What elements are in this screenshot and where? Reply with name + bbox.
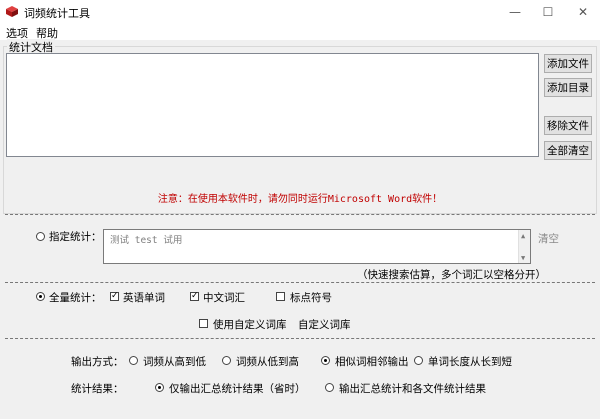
app-icon [6, 6, 18, 17]
punctuation-label: 标点符号 [290, 292, 332, 304]
freq-high-low-radio[interactable] [129, 356, 138, 365]
specified-words-placeholder: 测试 test 试用 [110, 235, 183, 246]
full-stats-radio[interactable] [36, 292, 45, 301]
similar-adjacent-radio[interactable] [321, 356, 330, 365]
specified-hint: （快速搜索估算，多个词汇以空格分开） [357, 269, 546, 281]
full-stats-label: 全量统计： [49, 292, 102, 304]
title-bar: 词频统计工具 — ☐ ✕ [0, 0, 600, 24]
freq-low-high-label: 词频从低到高 [236, 356, 299, 368]
word-length-radio[interactable] [414, 356, 423, 365]
specified-stats-label: 指定统计： [49, 231, 102, 243]
add-folder-button[interactable]: 添加目录 [544, 78, 592, 97]
scroll-up-icon[interactable]: ▲ [521, 232, 525, 240]
window-title: 词频统计工具 [24, 7, 90, 20]
summary-and-files-radio[interactable] [325, 383, 334, 392]
output-mode-label: 输出方式： [71, 356, 124, 368]
scroll-down-icon[interactable]: ▼ [521, 254, 525, 262]
divider [5, 338, 595, 339]
english-words-label: 英语单词 [123, 292, 165, 304]
textarea-scrollbar[interactable]: ▲ ▼ [518, 230, 530, 263]
similar-adjacent-label: 相似词相邻输出 [335, 356, 409, 368]
remove-file-button[interactable]: 移除文件 [544, 116, 592, 135]
chinese-words-label: 中文词汇 [203, 292, 245, 304]
maximize-button[interactable]: ☐ [531, 0, 565, 24]
specified-words-input[interactable]: 测试 test 试用 ▲ ▼ [103, 229, 531, 264]
menu-bar: 选项 帮助 [0, 24, 600, 40]
add-file-button[interactable]: 添加文件 [544, 54, 592, 73]
result-label: 统计结果： [71, 383, 124, 395]
freq-high-low-label: 词频从高到低 [143, 356, 206, 368]
summary-only-radio[interactable] [155, 383, 164, 392]
english-words-checkbox[interactable]: ✓ [110, 292, 119, 301]
chinese-words-checkbox[interactable]: ✓ [190, 292, 199, 301]
warning-notice: 注意：在使用本软件时，请勿同时运行Microsoft Word软件！ [157, 194, 443, 205]
summary-only-label: 仅输出汇总统计结果（省时） [169, 383, 306, 395]
clear-all-button[interactable]: 全部清空 [544, 141, 592, 160]
clear-specified-link[interactable]: 清空 [538, 231, 559, 246]
minimize-button[interactable]: — [498, 0, 532, 24]
custom-lexicon-checkbox[interactable] [199, 319, 208, 328]
punctuation-checkbox[interactable] [276, 292, 285, 301]
freq-low-high-radio[interactable] [222, 356, 231, 365]
document-list[interactable] [6, 53, 539, 157]
divider [5, 214, 595, 215]
word-length-label: 单词长度从长到短 [428, 356, 512, 368]
divider [5, 282, 595, 283]
summary-and-files-label: 输出汇总统计和各文件统计结果 [339, 383, 486, 395]
custom-lexicon-label: 使用自定义词库 [213, 319, 287, 331]
close-button[interactable]: ✕ [566, 0, 600, 24]
custom-lexicon-link[interactable]: 自定义词库 [298, 317, 351, 332]
specified-stats-radio[interactable] [36, 232, 45, 241]
